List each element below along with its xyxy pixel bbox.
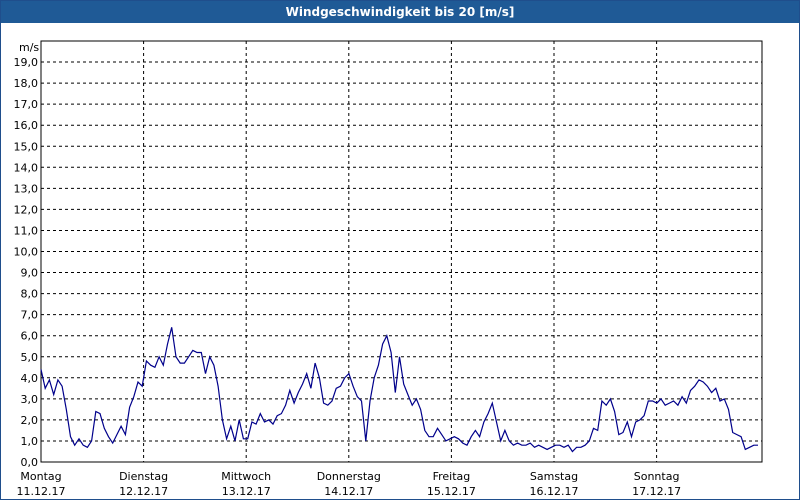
y-tick-label: 14,0 [14,161,39,174]
x-tick-day-label: Mittwoch [221,470,271,483]
x-tick-date-label: 17.12.17 [632,485,681,498]
wind-speed-chart: m/s 0,0 1,0 2,0 3,0 4,0 5,0 6,0 7,0 8,0 9,0 10,0 11… [14,40,763,498]
y-tick-label: 6,0 [21,330,39,343]
y-tick-label: 9,0 [21,267,39,280]
chart-window: Windgeschwindigkeit bis 20 [m/s] m/s 0,0… [0,0,800,500]
y-tick-label: 0,0 [21,456,39,469]
x-tick-day-label: Sonntag [634,470,680,483]
y-tick-label: 3,0 [21,393,39,406]
x-tick-date-label: 15.12.17 [427,485,476,498]
y-tick-label: 1,0 [21,435,39,448]
x-tick-day-label: Dienstag [119,470,168,483]
y-tick-label: 17,0 [14,98,39,111]
y-tick-label: 11,0 [14,224,39,237]
y-tick-label: 19,0 [14,56,39,69]
y-tick-label: 7,0 [21,309,39,322]
y-tick-label: 2,0 [21,414,39,427]
grid [41,41,762,462]
x-tick-date-label: 11.12.17 [17,485,66,498]
x-tick-day-label: Montag [20,470,61,483]
y-tick-label: 5,0 [21,351,39,364]
wind-speed-line [40,327,758,453]
y-tick-label: 12,0 [14,203,39,216]
y-tick-label: 15,0 [14,140,39,153]
x-tick-date-label: 12.12.17 [119,485,168,498]
x-tick-day-label: Samstag [530,470,578,483]
y-axis-ticks: 0,0 1,0 2,0 3,0 4,0 5,0 6,0 7,0 8,0 9,0 10,0 11,0 12… [14,56,39,469]
x-tick-date-label: 14.12.17 [324,485,373,498]
series-layer [40,327,758,453]
x-tick-day-label: Donnerstag [317,470,381,483]
y-tick-label: 16,0 [14,119,39,132]
y-axis-unit-label: m/s [19,41,39,54]
x-tick-date-label: 16.12.17 [530,485,579,498]
y-tick-label: 10,0 [14,246,39,259]
y-tick-label: 18,0 [14,77,39,90]
x-tick-day-label: Freitag [433,470,471,483]
y-tick-label: 13,0 [14,182,39,195]
y-tick-label: 8,0 [21,288,39,301]
x-axis-ticks: Montag 11.12.17 Dienstag 12.12.17 Mittwoch 13… [17,470,682,498]
x-tick-date-label: 13.12.17 [222,485,271,498]
y-tick-label: 4,0 [21,372,39,385]
